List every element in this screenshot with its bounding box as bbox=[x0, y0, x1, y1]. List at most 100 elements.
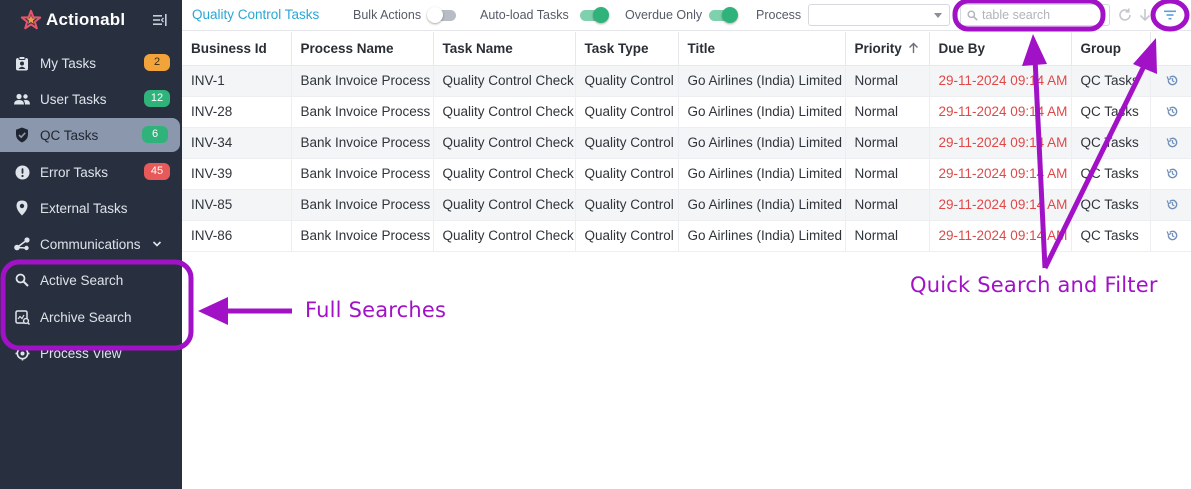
column-header-actions bbox=[1150, 32, 1191, 66]
row-actions-cell bbox=[1150, 189, 1191, 221]
toggle-knob bbox=[722, 7, 738, 23]
chevron-down-icon bbox=[934, 13, 942, 18]
table-row[interactable]: INV-86 Bank Invoice Process Quality Contro… bbox=[182, 220, 1191, 252]
column-header-task-name[interactable]: Task Name bbox=[433, 32, 576, 66]
business-id-cell: INV-1 bbox=[182, 65, 292, 97]
title-cell: Go Airlines (India) Limited bbox=[678, 189, 846, 221]
brand-name: Actionabl bbox=[46, 10, 126, 29]
task-name-cell: Quality Control Check bbox=[433, 96, 576, 128]
sidebar-item-process-view[interactable]: Process View bbox=[0, 336, 182, 370]
task-count-badge: 12 bbox=[144, 90, 170, 107]
group-cell: QC Tasks bbox=[1071, 96, 1151, 128]
history-icon[interactable] bbox=[1166, 136, 1179, 149]
task-count-badge: 6 bbox=[142, 126, 168, 143]
due-by-cell: 29-11-2024 09:14 AM bbox=[929, 65, 1072, 97]
task-count-badge: 2 bbox=[144, 54, 170, 71]
history-icon[interactable] bbox=[1166, 167, 1179, 180]
sidebar-item-label: Process View bbox=[40, 345, 122, 361]
column-header-label: Priority bbox=[854, 40, 902, 56]
history-icon[interactable] bbox=[1166, 198, 1179, 211]
process-name-cell: Bank Invoice Process bbox=[291, 127, 434, 159]
bulk-actions-label: Bulk Actions bbox=[353, 8, 422, 22]
sidebar-item-communications[interactable]: Communications bbox=[0, 227, 182, 261]
priority-cell: Normal bbox=[845, 127, 930, 159]
due-by-cell: 29-11-2024 09:14 AM bbox=[929, 127, 1072, 159]
table-row[interactable]: INV-39 Bank Invoice Process Quality Contro… bbox=[182, 158, 1191, 190]
priority-cell: Normal bbox=[845, 96, 930, 128]
sort-ascending-icon bbox=[908, 42, 918, 53]
table-row[interactable]: INV-28 Bank Invoice Process Quality Contro… bbox=[182, 96, 1191, 128]
toolbar: Quality Control Tasks Bulk Actions Auto-… bbox=[182, 0, 1191, 31]
row-actions-cell bbox=[1150, 158, 1191, 190]
process-label: Process bbox=[756, 8, 802, 22]
title-cell: Go Airlines (India) Limited bbox=[678, 96, 846, 128]
app-root: Actionabl My Tasks 2 User Tasks 12 QC Ta… bbox=[0, 0, 1191, 489]
auto-load-label: Auto-load Tasks bbox=[480, 8, 569, 22]
sidebar-item-user-tasks[interactable]: User Tasks 12 bbox=[0, 82, 182, 116]
chevron-down-icon[interactable] bbox=[152, 239, 162, 249]
process-name-cell: Bank Invoice Process bbox=[291, 158, 434, 190]
full-searches-annotation: Full Searches bbox=[305, 298, 447, 322]
task-name-cell: Quality Control Check bbox=[433, 127, 576, 159]
column-header-task-type[interactable]: Task Type bbox=[575, 32, 679, 66]
sidebar-item-error-tasks[interactable]: Error Tasks 45 bbox=[0, 155, 182, 189]
table-row[interactable]: INV-85 Bank Invoice Process Quality Contro… bbox=[182, 189, 1191, 221]
task-table-container: Business Id Process Name Task Name Task … bbox=[182, 32, 1191, 252]
sidebar-item-label: User Tasks bbox=[40, 91, 107, 107]
task-type-cell: Quality Control bbox=[575, 220, 679, 252]
sidebar-item-active-search[interactable]: Active Search bbox=[0, 263, 182, 297]
users-icon bbox=[14, 91, 30, 107]
task-type-cell: Quality Control bbox=[575, 158, 679, 190]
collapse-sidebar-icon[interactable] bbox=[152, 13, 168, 27]
task-type-cell: Quality Control bbox=[575, 189, 679, 221]
business-id-cell: INV-86 bbox=[182, 220, 292, 252]
table-search[interactable] bbox=[960, 4, 1110, 26]
refresh-icon[interactable] bbox=[1117, 7, 1133, 23]
title-cell: Go Airlines (India) Limited bbox=[678, 65, 846, 97]
column-header-business-id[interactable]: Business Id bbox=[182, 32, 292, 66]
group-cell: QC Tasks bbox=[1071, 127, 1151, 159]
search-icon bbox=[967, 9, 978, 21]
sidebar: Actionabl My Tasks 2 User Tasks 12 QC Ta… bbox=[0, 0, 182, 489]
auto-load-toggle[interactable] bbox=[578, 7, 609, 23]
overdue-only-toggle[interactable] bbox=[707, 7, 738, 23]
toggle-knob bbox=[427, 7, 443, 23]
archive-search-icon bbox=[14, 309, 30, 325]
task-name-cell: Quality Control Check bbox=[433, 158, 576, 190]
history-icon[interactable] bbox=[1166, 74, 1179, 87]
toggle-knob bbox=[593, 7, 609, 23]
group-cell: QC Tasks bbox=[1071, 158, 1151, 190]
due-by-cell: 29-11-2024 09:14 AM bbox=[929, 96, 1072, 128]
column-header-due-by[interactable]: Due By bbox=[929, 32, 1072, 66]
column-header-process-name[interactable]: Process Name bbox=[291, 32, 434, 66]
group-cell: QC Tasks bbox=[1071, 220, 1151, 252]
table-search-input[interactable] bbox=[982, 8, 1102, 22]
sidebar-item-label: QC Tasks bbox=[40, 127, 99, 143]
logo-star-icon bbox=[20, 9, 42, 30]
arrowhead bbox=[198, 297, 228, 325]
bulk-actions-toggle[interactable] bbox=[427, 7, 458, 23]
table-row[interactable]: INV-1 Bank Invoice Process Quality Control… bbox=[182, 65, 1191, 97]
shield-check-icon bbox=[14, 127, 30, 143]
history-icon[interactable] bbox=[1166, 105, 1179, 118]
search-icon bbox=[14, 272, 30, 288]
history-icon[interactable] bbox=[1166, 229, 1179, 242]
sidebar-item-my-tasks[interactable]: My Tasks 2 bbox=[0, 46, 182, 80]
business-id-cell: INV-34 bbox=[182, 127, 292, 159]
process-name-cell: Bank Invoice Process bbox=[291, 65, 434, 97]
sidebar-item-label: Error Tasks bbox=[40, 164, 109, 180]
row-actions-cell bbox=[1150, 65, 1191, 97]
business-id-cell: INV-85 bbox=[182, 189, 292, 221]
sidebar-item-external-tasks[interactable]: External Tasks bbox=[0, 191, 182, 225]
sidebar-item-qc-tasks[interactable]: QC Tasks 6 bbox=[0, 118, 180, 152]
column-header-group[interactable]: Group bbox=[1071, 32, 1151, 66]
arrow-down-icon[interactable] bbox=[1137, 7, 1153, 23]
group-cell: QC Tasks bbox=[1071, 65, 1151, 97]
filter-icon[interactable] bbox=[1162, 7, 1178, 23]
column-header-title[interactable]: Title bbox=[678, 32, 846, 66]
column-header-priority[interactable]: Priority bbox=[845, 32, 930, 66]
table-row[interactable]: INV-34 Bank Invoice Process Quality Contro… bbox=[182, 127, 1191, 159]
process-select[interactable] bbox=[808, 4, 950, 26]
sidebar-item-archive-search[interactable]: Archive Search bbox=[0, 300, 182, 334]
task-name-cell: Quality Control Check bbox=[433, 65, 576, 97]
